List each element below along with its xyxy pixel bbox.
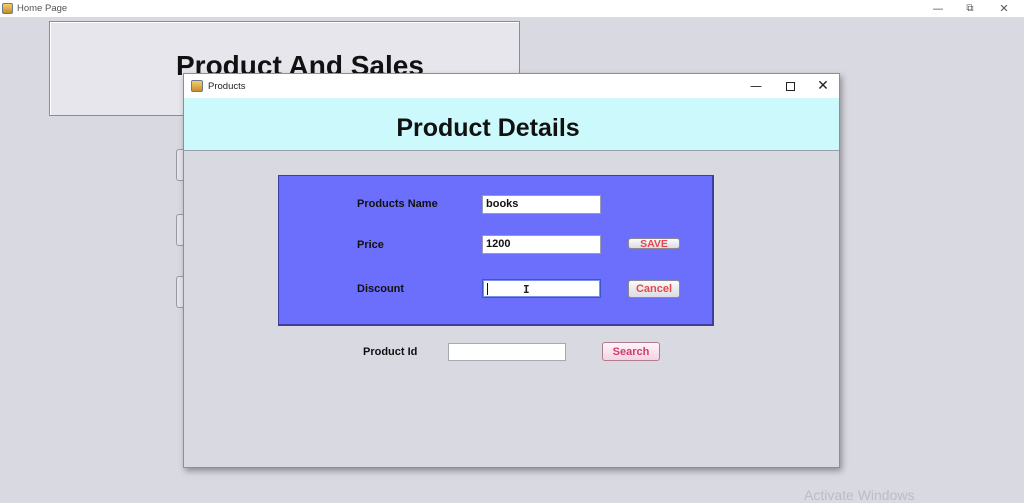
java-app-icon [2, 3, 13, 14]
ibeam-cursor-icon: I [523, 283, 530, 296]
maximize-icon [785, 81, 795, 91]
product-id-label: Product Id [363, 346, 418, 358]
products-name-label: Products Name [357, 198, 438, 210]
outer-minimize-button[interactable]: — [930, 0, 946, 17]
outer-restore-button[interactable]: ⧉ [962, 0, 978, 17]
outer-titlebar: Home Page [0, 0, 1024, 17]
dialog-minimize-button[interactable]: — [744, 74, 768, 98]
discount-label: Discount [357, 283, 405, 295]
dialog-header: Product Details [184, 98, 839, 151]
dialog-close-button[interactable]: ✕ [811, 74, 835, 98]
price-label: Price [357, 239, 384, 251]
product-form-panel: Products Name books Price 1200 SAVE Disc… [278, 175, 714, 326]
search-button[interactable]: Search [602, 342, 660, 361]
save-button[interactable]: SAVE [628, 238, 680, 249]
price-input[interactable]: 1200 [482, 235, 601, 254]
products-name-input[interactable]: books [482, 195, 601, 214]
activate-windows-watermark: Activate Windows [804, 487, 915, 503]
dialog-title: Products [208, 80, 246, 92]
outer-close-button[interactable]: ✕ [996, 0, 1012, 17]
text-caret [487, 283, 488, 295]
page-title: Product Details [396, 114, 580, 142]
java-app-icon [191, 80, 203, 92]
product-id-input[interactable] [448, 343, 566, 361]
dialog-maximize-button[interactable] [778, 74, 802, 98]
outer-window-title: Home Page [17, 3, 68, 14]
dialog-titlebar: Products [184, 74, 839, 98]
cancel-button[interactable]: Cancel [628, 280, 680, 298]
products-dialog: Products — ✕ Product Details Products Na… [183, 73, 840, 468]
discount-input[interactable]: I [482, 279, 601, 298]
